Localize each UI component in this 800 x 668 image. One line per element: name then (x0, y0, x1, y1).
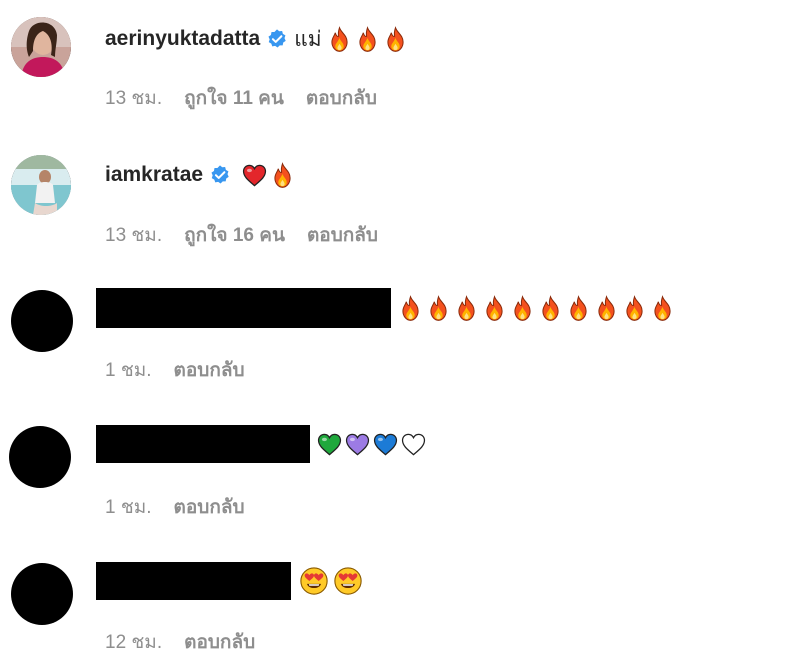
purple-heart-icon (344, 431, 371, 458)
comment-time: 1 ชม. (105, 497, 152, 518)
comment-time: 13 ชม. (105, 88, 163, 109)
reply-button[interactable]: ตอบกลับ (307, 220, 378, 250)
redacted-username (96, 562, 291, 600)
avatar[interactable] (11, 563, 73, 625)
fire-icon (509, 295, 536, 322)
fire-icon (425, 295, 452, 322)
blue-heart-icon (372, 431, 399, 458)
red-heart-icon (241, 162, 268, 189)
fire-icon (326, 26, 353, 53)
fire-icon (481, 295, 508, 322)
redacted-username (96, 425, 310, 463)
fire-icon (621, 295, 648, 322)
avatar[interactable] (11, 290, 73, 352)
heart-eyes-face-icon (333, 566, 363, 596)
verified-badge-icon (266, 28, 288, 50)
reply-button[interactable]: ตอบกลับ (174, 355, 245, 385)
reply-button[interactable]: ตอบกลับ (184, 627, 255, 657)
comment-time: 13 ชม. (105, 225, 163, 246)
fire-icon (269, 162, 296, 189)
comment-likes[interactable]: ถูกใจ 16 คน (184, 220, 285, 250)
reply-button[interactable]: ตอบกลับ (306, 83, 377, 113)
heart-eyes-face-icon (299, 566, 329, 596)
fire-icon (649, 295, 676, 322)
fire-icon (593, 295, 620, 322)
comment-time: 1 ชม. (105, 360, 152, 381)
avatar[interactable] (11, 155, 71, 215)
emoji-group (299, 566, 364, 596)
redacted-username (96, 288, 391, 328)
green-heart-icon (316, 431, 343, 458)
comment-username[interactable]: iamkratae (105, 163, 203, 187)
comment-likes[interactable]: ถูกใจ 11 คน (184, 83, 284, 113)
avatar[interactable] (9, 426, 71, 488)
fire-icon (537, 295, 564, 322)
comment-time: 12 ชม. (105, 632, 163, 653)
reply-button[interactable]: ตอบกลับ (174, 492, 245, 522)
emoji-group (241, 162, 297, 189)
avatar[interactable] (11, 17, 71, 77)
white-heart-icon (400, 431, 427, 458)
fire-icon (382, 26, 409, 53)
comment-username[interactable]: aerinyuktadatta (105, 27, 260, 51)
emoji-group (397, 295, 677, 322)
verified-badge-icon (209, 164, 231, 186)
emoji-group (316, 431, 428, 458)
fire-icon (354, 26, 381, 53)
comment-text: แม่ (294, 27, 322, 51)
fire-icon (565, 295, 592, 322)
emoji-group (326, 26, 410, 53)
fire-icon (453, 295, 480, 322)
fire-icon (397, 295, 424, 322)
